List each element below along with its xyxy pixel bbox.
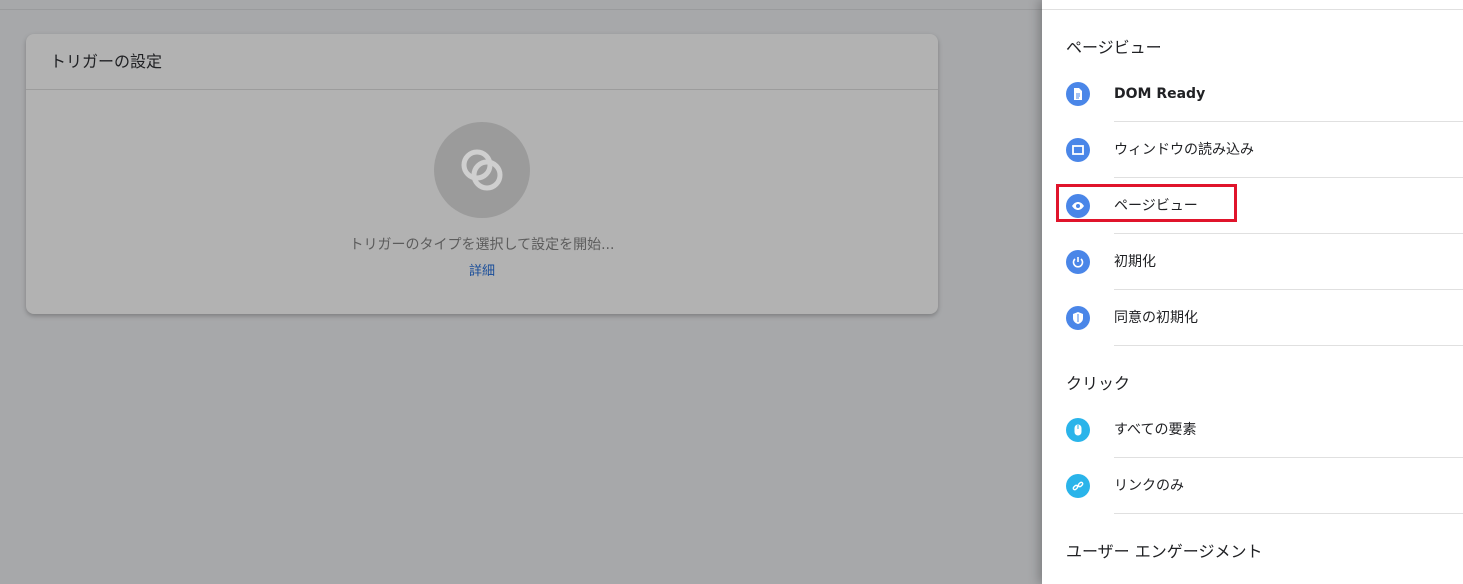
trigger-item-label: 同意の初期化	[1114, 310, 1198, 326]
trigger-placeholder-icon	[461, 149, 503, 191]
card-title: トリガーの設定	[26, 34, 938, 90]
trigger-item-label: 初期化	[1114, 254, 1156, 270]
panel-divider	[1042, 9, 1463, 10]
section-title-click: クリック	[1066, 374, 1131, 393]
trigger-item-label: DOM Ready	[1114, 86, 1206, 102]
trigger-item-just-links[interactable]: リンクのみ	[1042, 458, 1463, 514]
link-icon	[1066, 474, 1090, 498]
section-title-pageview: ページビュー	[1066, 38, 1162, 57]
trigger-type-button[interactable]	[434, 122, 530, 218]
document-icon	[1066, 82, 1090, 106]
trigger-item-window-loaded[interactable]: ウィンドウの読み込み	[1042, 122, 1463, 178]
trigger-item-dom-ready[interactable]: DOM Ready	[1042, 66, 1463, 122]
power-icon	[1066, 250, 1090, 274]
trigger-config-card: トリガーの設定 トリガーのタイプを選択して設定を開始... 詳細	[26, 34, 938, 314]
trigger-item-label: ウィンドウの読み込み	[1114, 142, 1254, 158]
trigger-item-all-elements[interactable]: すべての要素	[1042, 402, 1463, 458]
trigger-item-consent-initialization[interactable]: 同意の初期化	[1042, 290, 1463, 346]
trigger-type-prompt: トリガーのタイプを選択して設定を開始...	[349, 237, 615, 253]
section-title-user-engagement: ユーザー エンゲージメント	[1066, 542, 1263, 561]
learn-more-link[interactable]: 詳細	[26, 260, 938, 279]
trigger-item-initialization[interactable]: 初期化	[1042, 234, 1463, 290]
trigger-item-label: リンクのみ	[1114, 478, 1184, 494]
highlight-box	[1056, 184, 1237, 222]
item-divider	[1114, 345, 1463, 346]
trigger-type-panel: ページビュー DOM Ready ウィンドウの読み込み ページビュー 初期化 同…	[1042, 0, 1463, 584]
item-divider	[1114, 513, 1463, 514]
top-divider	[0, 9, 1042, 10]
shield-icon	[1066, 306, 1090, 330]
mouse-icon	[1066, 418, 1090, 442]
trigger-item-label: すべての要素	[1114, 422, 1197, 438]
window-icon	[1066, 138, 1090, 162]
